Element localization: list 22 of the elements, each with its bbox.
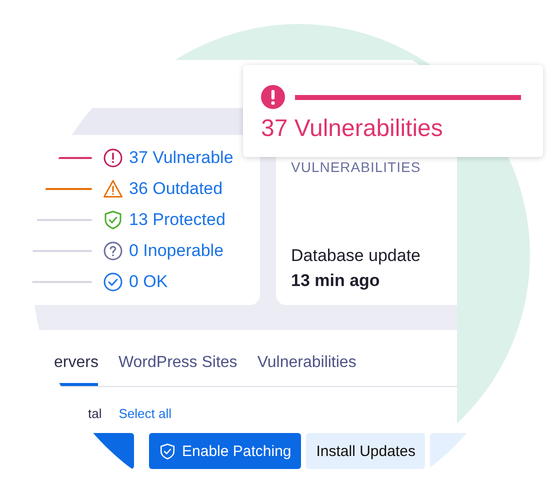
status-link[interactable]: 13 Protected <box>129 210 226 230</box>
status-link[interactable]: 0 OK <box>129 272 168 292</box>
update-time: 13 min ago <box>291 271 380 291</box>
status-link[interactable]: 0 Inoperable <box>129 241 224 261</box>
status-link[interactable]: 37 Vulnerable <box>129 148 234 168</box>
alert-circle-icon <box>103 148 123 168</box>
action-button[interactable]: Install Updates <box>306 433 426 469</box>
tab[interactable]: Vulnerabilities <box>257 350 356 386</box>
popup-title: 37 Vulnerabilities <box>261 115 443 143</box>
tab[interactable]: ervers <box>54 350 98 386</box>
warning-icon <box>103 179 123 199</box>
shield-check-icon <box>103 210 123 230</box>
alert-icon <box>261 85 285 109</box>
update-label: Database update <box>291 246 420 266</box>
check-circle-icon <box>103 272 123 292</box>
status-link[interactable]: 36 Outdated <box>129 179 223 199</box>
card-heading: VULNERABILITIES <box>291 159 421 175</box>
select-all-link[interactable]: Select all <box>118 406 172 421</box>
tab[interactable]: WordPress Sites <box>118 350 238 386</box>
question-icon <box>103 241 123 261</box>
total-label: tal <box>88 406 102 421</box>
action-button[interactable]: Enable Patching <box>149 433 302 469</box>
